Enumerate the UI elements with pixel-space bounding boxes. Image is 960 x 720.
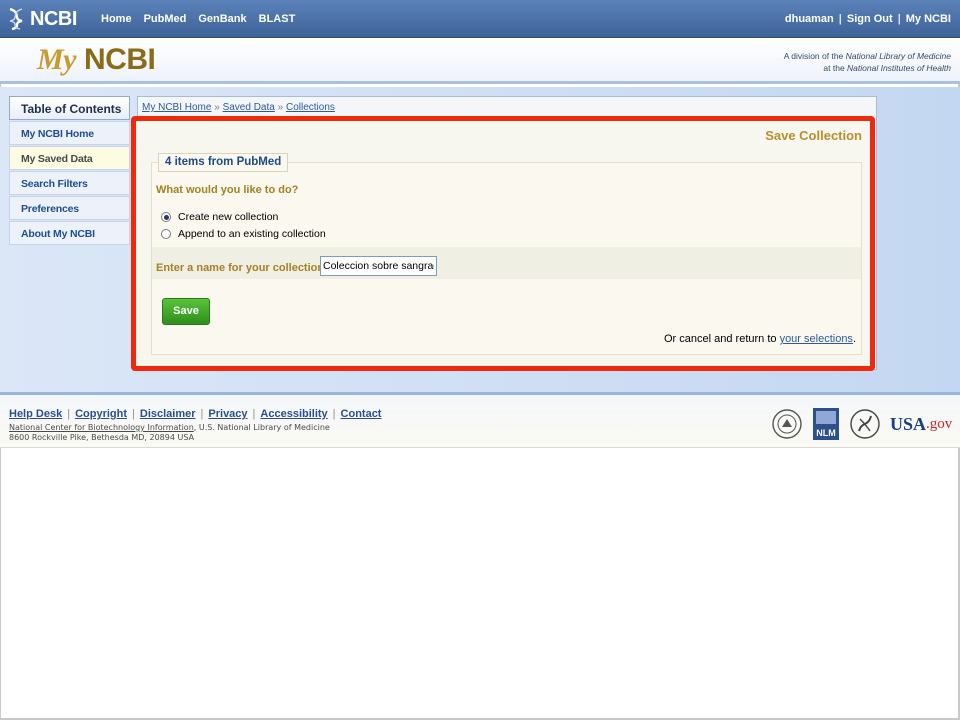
- cancel-prefix: Or cancel and return to: [664, 333, 780, 345]
- footer-links: Help Desk | Copyright | Disclaimer | Pri…: [9, 408, 381, 420]
- footer-separator: |: [332, 408, 336, 420]
- nih-seal-icon[interactable]: [772, 407, 802, 441]
- sign-out-link[interactable]: Sign Out: [847, 13, 893, 25]
- breadcrumb-collections[interactable]: Collections: [286, 102, 335, 113]
- user-nav-separator: |: [897, 13, 901, 25]
- my-ncbi-logo-ncbi: NCBI: [84, 43, 156, 76]
- create-new-label[interactable]: Create new collection: [178, 211, 278, 223]
- footer-street-address: 8600 Rockville Pike, Bethesda MD, 20894 …: [9, 433, 195, 442]
- sidebar-item-my-ncbi-home[interactable]: My NCBI Home: [9, 121, 130, 145]
- my-ncbi-logo[interactable]: My NCBI: [37, 43, 156, 77]
- your-selections-link[interactable]: your selections: [780, 333, 853, 345]
- fieldset-legend: 4 items from PubMed: [158, 153, 289, 172]
- footer-disclaimer-link[interactable]: Disclaimer: [140, 408, 196, 420]
- branding-band: My NCBI A division of the National Librar…: [0, 38, 960, 84]
- radio-selected-dot: [163, 214, 169, 220]
- append-existing-radio[interactable]: [161, 229, 171, 239]
- collection-name-row: Enter a name for your collection:: [152, 247, 861, 279]
- footer-separator: |: [67, 408, 71, 420]
- nlm-logo-icon[interactable]: NLM: [812, 407, 840, 441]
- create-new-radio[interactable]: [161, 212, 171, 222]
- division-statement: A division of the National Library of Me…: [784, 50, 951, 74]
- usagov-logo-icon[interactable]: USA .gov: [890, 414, 952, 435]
- footer-separator: |: [252, 408, 256, 420]
- sidebar-item-about-my-ncbi[interactable]: About My NCBI: [9, 221, 130, 245]
- footer-ncbi-link[interactable]: National Center for Biotechnology Inform…: [9, 423, 194, 432]
- usa-text: USA: [890, 413, 927, 434]
- collection-name-label: Enter a name for your collection:: [156, 262, 328, 274]
- cancel-suffix: .: [852, 333, 856, 345]
- division-line1-prefix: A division of the: [783, 51, 846, 61]
- breadcrumb: My NCBI Home » Saved Data » Collections: [142, 102, 335, 113]
- ncbi-logo[interactable]: NCBI: [6, 7, 77, 31]
- top-navigation-bar: NCBI Home PubMed GenBank BLAST dhuaman |…: [0, 0, 960, 38]
- nav-home-link[interactable]: Home: [101, 13, 132, 25]
- action-question: What would you like to do?: [156, 184, 299, 196]
- footer-separator: |: [200, 408, 204, 420]
- hhs-logo-icon[interactable]: [850, 407, 880, 441]
- nav-blast-link[interactable]: BLAST: [259, 13, 296, 25]
- page-footer: Help Desk | Copyright | Disclaimer | Pri…: [0, 392, 960, 448]
- cancel-line: Or cancel and return to your selections.: [664, 333, 856, 345]
- sidebar-item-preferences[interactable]: Preferences: [9, 196, 130, 220]
- division-nlm-link[interactable]: National Library of Medicine: [846, 51, 951, 61]
- footer-logos: NLM USA .gov: [772, 407, 952, 441]
- save-collection-form: Save Collection 4 items from PubMed What…: [131, 116, 875, 371]
- username-link[interactable]: dhuaman: [785, 13, 834, 25]
- form-title: Save Collection: [765, 128, 862, 143]
- footer-copyright-link[interactable]: Copyright: [75, 408, 127, 420]
- footer-separator: |: [132, 408, 135, 420]
- footer-privacy-link[interactable]: Privacy: [208, 408, 247, 420]
- sidebar-item-my-saved-data[interactable]: My Saved Data: [9, 146, 130, 170]
- option-append-existing[interactable]: Append to an existing collection: [161, 228, 326, 240]
- gov-text: .gov: [926, 415, 953, 432]
- nav-genbank-link[interactable]: GenBank: [198, 13, 246, 25]
- breadcrumb-saved-data[interactable]: Saved Data: [223, 102, 275, 113]
- top-nav-links: Home PubMed GenBank BLAST: [101, 13, 307, 25]
- ncbi-logo-text: NCBI: [30, 7, 77, 30]
- footer-accessibility-link[interactable]: Accessibility: [260, 408, 327, 420]
- division-nih-link[interactable]: National Institutes of Health: [847, 63, 951, 73]
- footer-help-desk-link[interactable]: Help Desk: [9, 408, 62, 420]
- option-create-new[interactable]: Create new collection: [161, 211, 278, 223]
- breadcrumb-my-ncbi-home[interactable]: My NCBI Home: [142, 102, 211, 113]
- toc-title: Table of Contents: [9, 96, 130, 120]
- save-button[interactable]: Save: [162, 298, 210, 325]
- breadcrumb-separator: »: [277, 102, 284, 113]
- footer-contact-link[interactable]: Contact: [341, 408, 382, 420]
- sidebar-item-search-filters[interactable]: Search Filters: [9, 171, 130, 195]
- breadcrumb-separator: »: [214, 102, 220, 113]
- division-line2-prefix: at the: [823, 63, 848, 73]
- footer-address: National Center for Biotechnology Inform…: [9, 423, 330, 443]
- user-nav: dhuaman | Sign Out | My NCBI: [785, 13, 951, 25]
- my-ncbi-logo-my: My: [37, 43, 77, 76]
- user-nav-separator: |: [838, 13, 842, 25]
- my-ncbi-link[interactable]: My NCBI: [906, 13, 951, 25]
- footer-org-suffix: , U.S. National Library of Medicine: [193, 423, 330, 432]
- table-of-contents: Table of Contents My NCBI Home My Saved …: [9, 96, 130, 245]
- nlm-logo-text: NLM: [816, 428, 836, 438]
- append-existing-label[interactable]: Append to an existing collection: [178, 228, 326, 240]
- collection-fieldset: 4 items from PubMed What would you like …: [151, 153, 862, 355]
- collection-name-input[interactable]: [320, 256, 437, 276]
- ncbi-helix-icon: [9, 7, 23, 31]
- nav-pubmed-link[interactable]: PubMed: [144, 13, 187, 25]
